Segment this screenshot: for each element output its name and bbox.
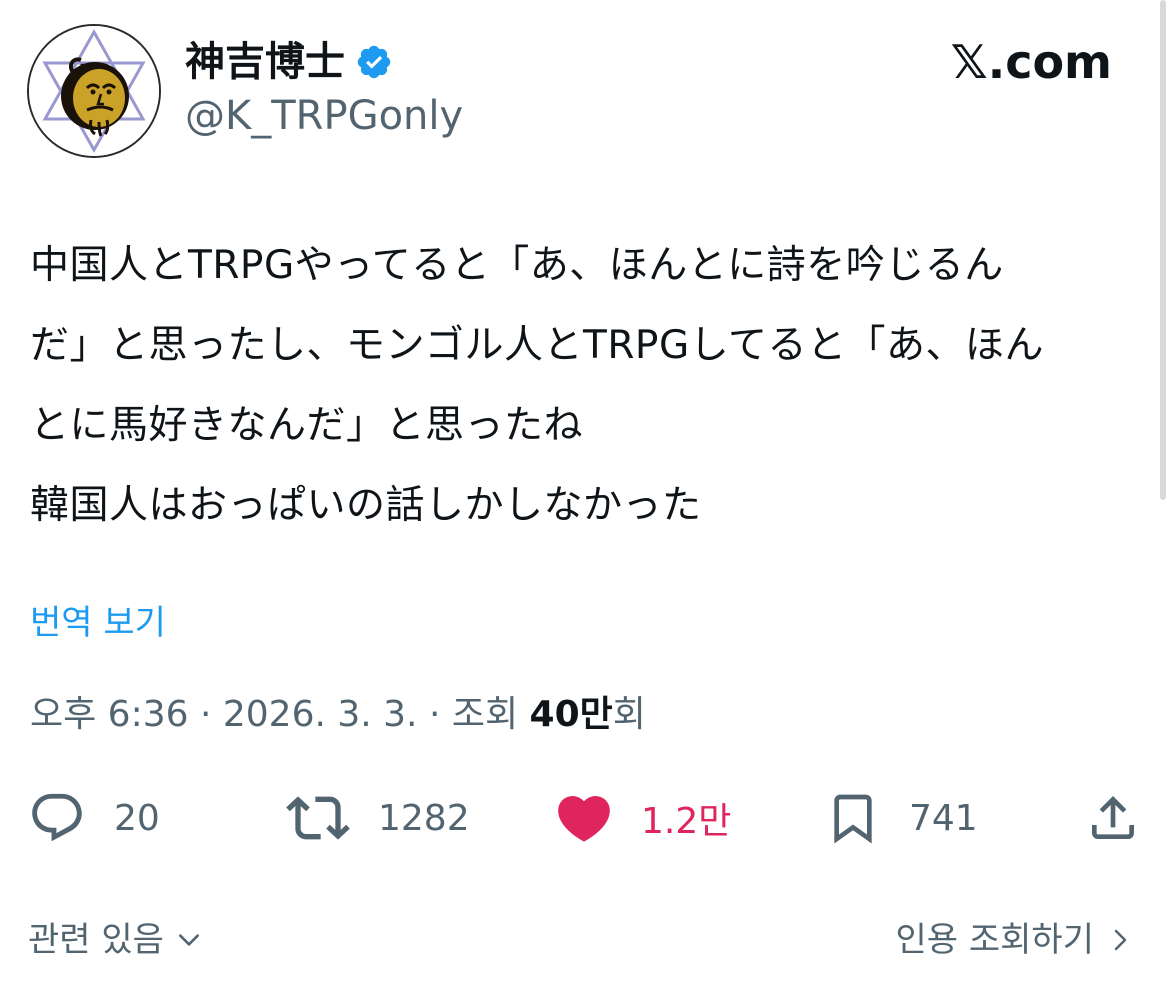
retweet-button[interactable]: 1282 <box>286 782 470 854</box>
tweet-line: だ」と思ったし、モンゴル人とTRPGしてると「あ、ほん <box>30 323 1044 368</box>
related-toggle[interactable]: 관련 있음 <box>28 915 202 965</box>
quotes-label: 인용 조회하기 <box>895 920 1095 960</box>
action-bar: 20 1282 1.2만 741 <box>0 782 1170 854</box>
x-brand-label: 𝕏.com <box>950 35 1112 89</box>
reply-count: 20 <box>114 797 160 839</box>
chevron-right-icon <box>1114 929 1127 951</box>
heart-icon <box>558 796 610 842</box>
like-count: 1.2만 <box>641 801 732 842</box>
tweet-text: 中国人とTRPGやってると「あ、ほんとに詩を吟じるん だ」と思ったし、モンゴル人… <box>30 226 1110 546</box>
retweet-count: 1282 <box>378 797 470 839</box>
chevron-down-icon <box>178 934 199 946</box>
reply-icon <box>32 793 82 842</box>
bookmark-button[interactable]: 741 <box>825 782 978 854</box>
views-count: 40만 <box>529 694 613 735</box>
bookmark-icon <box>834 794 872 844</box>
reply-button[interactable]: 20 <box>28 782 160 854</box>
related-label: 관련 있음 <box>28 920 164 960</box>
view-quotes-link[interactable]: 인용 조회하기 <box>896 915 1133 965</box>
bookmark-count: 741 <box>909 797 978 839</box>
share-icon <box>1092 796 1134 839</box>
tweet-timestamp[interactable]: 오후 6:36 · 2026. 3. 3. · 조회 <box>30 694 530 735</box>
author-name-row[interactable]: 神吉博士 <box>185 36 393 88</box>
like-button[interactable]: 1.2만 <box>553 782 731 854</box>
avatar-hexagram-face-icon <box>29 26 159 156</box>
verified-badge-icon <box>357 45 391 79</box>
tweet-line: 韓国人はおっぱいの話しかしなかった <box>30 483 702 528</box>
avatar[interactable] <box>27 24 161 158</box>
author-handle[interactable]: @K_TRPGonly <box>185 90 463 142</box>
views-suffix: 회 <box>612 694 646 735</box>
tweet-line: 中国人とTRPGやってると「あ、ほんとに詩を吟じるん <box>30 243 1004 288</box>
translate-link[interactable]: 번역 보기 <box>30 600 166 646</box>
tweet-line: とに馬好きなんだ」と思ったね <box>30 403 584 448</box>
scrollbar[interactable] <box>1160 0 1166 500</box>
author-display-name[interactable]: 神吉博士 <box>185 36 345 88</box>
retweet-icon <box>286 796 350 840</box>
share-button[interactable] <box>1085 782 1141 854</box>
tweet-meta: 오후 6:36 · 2026. 3. 3. · 조회 40만회 <box>30 690 646 740</box>
